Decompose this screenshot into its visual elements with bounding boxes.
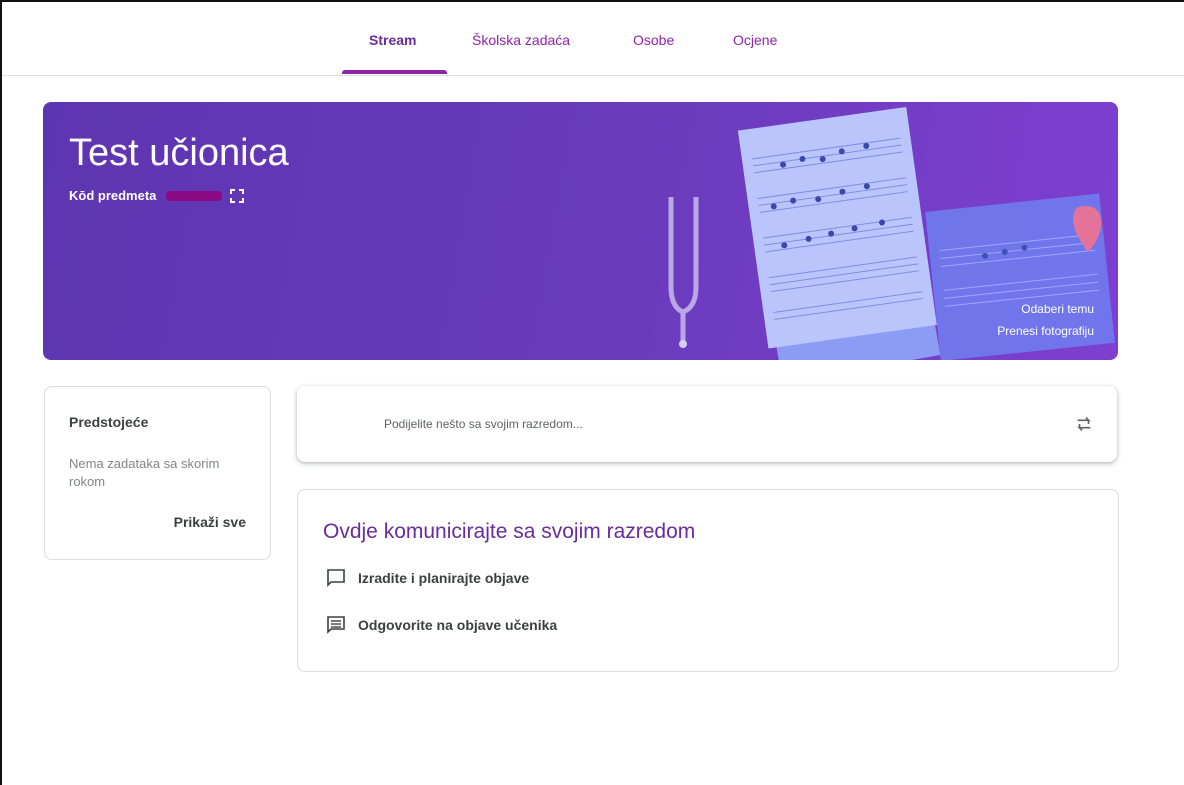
tab-grades[interactable]: Ocjene [733, 32, 777, 48]
communicate-card: Ovdje komunicirajte sa svojim razredom I… [297, 489, 1119, 672]
upcoming-card: Predstojeće Nema zadataka sa skorim roko… [44, 386, 271, 560]
tab-classwork[interactable]: Školska zadaća [472, 32, 570, 48]
active-tab-indicator [342, 70, 447, 74]
class-code-label: Kōd predmeta [69, 188, 157, 203]
communicate-title: Ovdje komunicirajte sa svojim razredom [323, 520, 696, 543]
top-nav: Stream Školska zadaća Osobe Ocjene [2, 2, 1184, 76]
upload-photo-link[interactable]: Prenesi fotografiju [997, 324, 1094, 338]
fullscreen-icon[interactable] [230, 188, 245, 203]
share-placeholder[interactable]: Podijelite nešto sa svojim razredom... [384, 417, 583, 431]
info-item-announcements: Izradite i planirajte objave [326, 568, 529, 588]
info-item-replies: Odgovorite na objave učenika [326, 615, 557, 635]
repost-icon[interactable] [1073, 413, 1095, 435]
upcoming-empty-text: Nema zadataka sa skorim rokom [69, 456, 220, 489]
announcement-icon [327, 569, 345, 587]
tab-people[interactable]: Osobe [633, 32, 674, 48]
comment-icon [327, 616, 345, 634]
choose-theme-link[interactable]: Odaberi temu [1021, 302, 1094, 316]
window-border-left [0, 0, 2, 785]
view-all-link[interactable]: Prikaži sve [174, 514, 246, 530]
class-banner: Test učionica Kōd predmeta Odaberi temu … [43, 102, 1118, 360]
info-item-label: Izradite i planirajte objave [358, 570, 530, 586]
tab-stream[interactable]: Stream [369, 32, 416, 48]
redacted-code [166, 190, 223, 201]
music-illustration [668, 106, 1115, 360]
share-box[interactable]: Podijelite nešto sa svojim razredom... [297, 386, 1117, 462]
class-code: Kōd predmeta [69, 188, 245, 203]
info-item-label: Odgovorite na objave učenika [358, 617, 558, 633]
class-title: Test učionica [69, 132, 289, 174]
upcoming-title: Predstojeće [69, 414, 149, 430]
